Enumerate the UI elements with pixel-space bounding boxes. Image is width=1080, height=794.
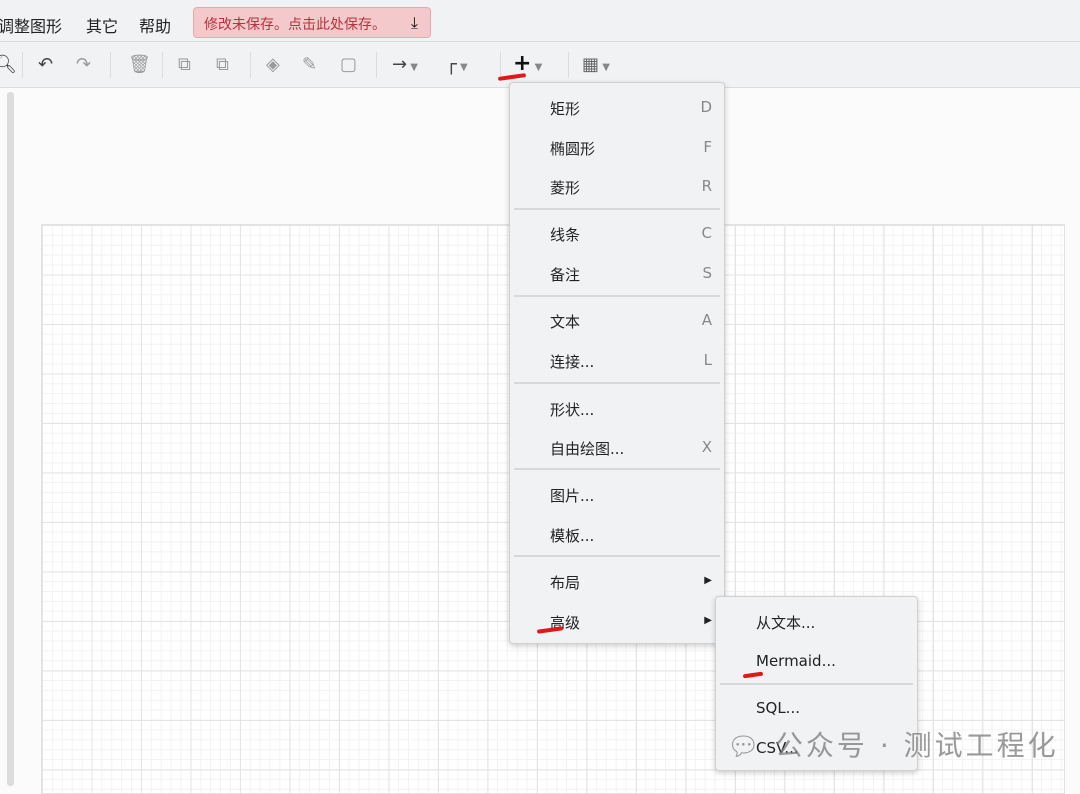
menu-item-shapes[interactable]: 形状... <box>510 391 724 427</box>
menu-extras[interactable]: 其它 <box>86 13 118 37</box>
menu-item-advanced[interactable]: 高级 ▶ <box>510 604 724 640</box>
menu-arrange[interactable]: 调整图形 <box>0 13 62 37</box>
menu-item-note[interactable]: 备注 S <box>510 256 724 292</box>
unsaved-changes-button[interactable]: 修改未保存。点击此处保存。 ⤓ <box>193 7 431 38</box>
menu-bar: 调整图形 其它 帮助 修改未保存。点击此处保存。 ⤓ <box>0 0 1080 42</box>
to-back-icon[interactable]: ⧉ <box>216 54 229 75</box>
menu-item-freehand[interactable]: 自由绘图... X <box>510 430 724 466</box>
download-icon: ⤓ <box>410 13 418 32</box>
table-icon[interactable]: ▦ ▼ <box>582 54 610 75</box>
shadow-icon[interactable]: ▢ <box>340 54 357 75</box>
submenu-arrow-icon: ▶ <box>704 575 712 586</box>
line-color-icon[interactable]: ✎ <box>302 54 317 75</box>
wechat-icon: 💬︎ <box>727 732 764 762</box>
menu-item-rhombus[interactable]: 菱形 R <box>510 169 724 205</box>
menu-item-ellipse[interactable]: 椭圆形 F <box>510 130 724 166</box>
menu-item-layout[interactable]: 布局 ▶ <box>510 564 724 600</box>
to-front-icon[interactable]: ⧉ <box>178 54 191 75</box>
insert-menu: 矩形 D 椭圆形 F 菱形 R 线条 C 备注 S 文本 A 连接... L 形状... 自由… <box>509 82 725 644</box>
waypoints-icon[interactable]: ┌ ▼ <box>446 54 468 75</box>
menu-item-image[interactable]: 图片... <box>510 477 724 513</box>
left-scrollbar[interactable] <box>7 92 14 786</box>
connection-icon[interactable]: → ▼ <box>392 54 418 75</box>
redo-icon[interactable]: ↷ <box>76 54 91 75</box>
menu-item-from-text[interactable]: 从文本... <box>716 604 917 640</box>
watermark: 💬︎ 公众号 · 测试工程化 <box>727 729 1059 762</box>
menu-help[interactable]: 帮助 <box>139 13 171 37</box>
menu-item-text[interactable]: 文本 A <box>510 303 724 339</box>
save-notice-label: 修改未保存。点击此处保存。 <box>204 17 386 33</box>
zoom-icon[interactable]: 🔍︎ <box>0 54 17 75</box>
menu-item-line[interactable]: 线条 C <box>510 216 724 252</box>
menu-item-link[interactable]: 连接... L <box>510 343 724 379</box>
submenu-arrow-icon: ▶ <box>704 615 712 626</box>
fill-color-icon[interactable]: ◈ <box>266 54 280 75</box>
menu-item-template[interactable]: 模板... <box>510 517 724 553</box>
insert-plus-icon[interactable]: + ▼ <box>513 51 542 76</box>
delete-icon[interactable]: 🗑︎ <box>128 54 151 75</box>
undo-icon[interactable]: ↶ <box>38 54 53 75</box>
menu-item-rectangle[interactable]: 矩形 D <box>510 90 724 126</box>
menu-item-sql[interactable]: SQL... <box>716 691 917 727</box>
